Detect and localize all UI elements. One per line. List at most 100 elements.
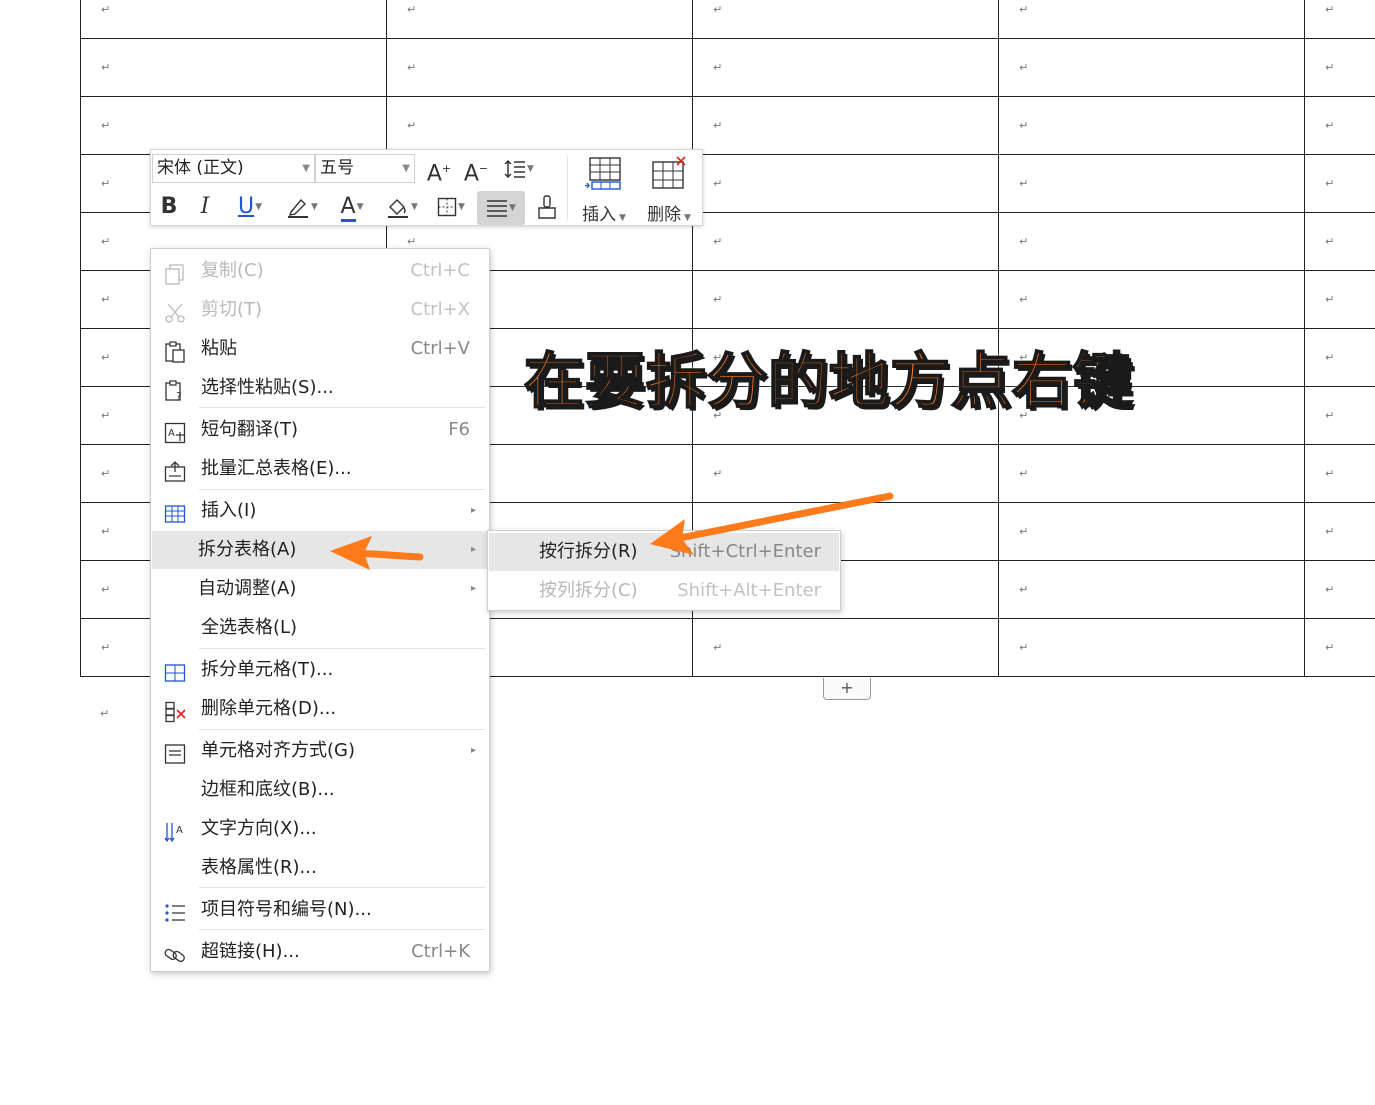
context-menu-item-label: 自动调整(A) [198, 578, 297, 599]
menu-separator [199, 489, 485, 490]
paragraph-mark: ↵ [1325, 641, 1335, 654]
table-cell[interactable]: ↵ [692, 270, 1000, 329]
split-by-row-item[interactable]: 按行拆分(R) Shift+Ctrl+Enter [489, 533, 839, 571]
decrease-font-button[interactable]: A− [462, 154, 490, 186]
format-painter-button[interactable] [533, 192, 561, 222]
paragraph-mark: ↵ [407, 3, 417, 16]
context-menu-item[interactable]: 粘贴 Ctrl+V [152, 330, 488, 368]
table-cell[interactable]: ↵ [998, 212, 1306, 271]
table-cell[interactable]: ↵ [79, 38, 388, 97]
italic-button[interactable]: I [193, 192, 217, 222]
paragraph-mark: ↵ [101, 467, 111, 480]
font-name-select[interactable]: 宋体 (正文) ▼ [152, 154, 315, 183]
paragraph-mark: ↵ [1019, 641, 1029, 654]
line-spacing-button[interactable]: ▼ [498, 154, 540, 184]
delete-table-button[interactable]: 删除 ▼ [641, 154, 697, 225]
chevron-down-icon: ▼ [302, 163, 310, 174]
table-cell[interactable]: ↵ [998, 270, 1306, 329]
context-menu-item-label: 表格属性(R)... [201, 857, 317, 878]
paragraph-mark: ↵ [101, 61, 111, 74]
table-cell[interactable]: ↵ [998, 502, 1306, 561]
font-color-button[interactable]: A▼ [331, 192, 373, 222]
table-cell[interactable]: ↵ [692, 0, 1000, 39]
context-menu-item[interactable]: 插入(I) ▸ [152, 492, 488, 530]
table-cell[interactable]: ↵ [1304, 270, 1375, 329]
split-table-submenu: 按行拆分(R) Shift+Ctrl+Enter 按列拆分(C) Shift+Alt+… [487, 530, 841, 611]
context-menu-item-label: 单元格对齐方式(G) [201, 740, 355, 761]
table-cell[interactable]: ↵ [386, 0, 694, 39]
bold-button[interactable]: B [157, 192, 181, 222]
context-menu-item: 复制(C) Ctrl+C [152, 252, 488, 290]
paragraph-mark: ↵ [1325, 467, 1335, 480]
table-cell[interactable]: ↵ [1304, 560, 1375, 619]
table-cell[interactable]: ↵ [386, 38, 694, 97]
font-size-select[interactable]: 五号 ▼ [315, 154, 415, 183]
context-menu-item[interactable]: 拆分表格(A) ▸ [152, 531, 488, 569]
paragraph-mark: ↵ [713, 119, 723, 132]
delete-label: 删除 ▼ [647, 205, 691, 225]
table-cell[interactable]: ↵ [998, 0, 1306, 39]
table-cell[interactable]: ↵ [998, 444, 1306, 503]
underline-button[interactable]: U▼ [229, 192, 271, 222]
context-menu-item[interactable]: 超链接(H)... Ctrl+K [152, 933, 488, 971]
table-cell[interactable]: ↵ [1304, 386, 1375, 445]
paragraph-mark: ↵ [713, 177, 723, 190]
svg-text:?: ? [176, 390, 182, 402]
context-menu-item[interactable]: 拆分单元格(T)... [152, 651, 488, 689]
cut-icon [164, 300, 186, 323]
paragraph-mark: ↵ [101, 177, 111, 190]
shading-button[interactable]: ▼ [381, 192, 423, 222]
table-cell[interactable]: ↵ [79, 96, 388, 155]
context-menu-item[interactable]: 边框和底纹(B)... [152, 771, 488, 809]
table-cell[interactable]: ↵ [998, 618, 1306, 677]
paragraph-mark: ↵ [713, 61, 723, 74]
table-cell[interactable]: ↵ [692, 38, 1000, 97]
table-cell[interactable]: ↵ [1304, 212, 1375, 271]
table-cell[interactable]: ↵ [79, 0, 388, 39]
paragraph-mark: ↵ [713, 235, 723, 248]
table-cell[interactable]: ↵ [692, 444, 1000, 503]
align-button[interactable]: ▼ [477, 191, 525, 225]
context-menu-item[interactable]: 全选表格(L) [152, 609, 488, 647]
table-cell[interactable]: ↵ [1304, 502, 1375, 561]
table-cell[interactable]: ↵ [1304, 444, 1375, 503]
borders-button[interactable]: ▼ [431, 192, 471, 222]
paragraph-mark: ↵ [407, 61, 417, 74]
context-menu-item[interactable]: 表格属性(R)... [152, 849, 488, 887]
table-cell[interactable]: ↵ [998, 154, 1306, 213]
context-menu-item[interactable]: A 短句翻译(T) F6 [152, 411, 488, 449]
table-cell[interactable]: ↵ [998, 96, 1306, 155]
add-row-button[interactable]: + [823, 678, 871, 700]
context-menu-item[interactable]: 项目符号和编号(N)... [152, 891, 488, 929]
insert-table-button[interactable]: 插入 ▼ [576, 154, 632, 225]
table-cell[interactable]: ↵ [998, 38, 1306, 97]
table-cell[interactable]: ↵ [692, 212, 1000, 271]
table-cell[interactable]: ↵ [998, 560, 1306, 619]
highlight-button[interactable]: ▼ [281, 192, 323, 222]
context-menu-item[interactable]: A 文字方向(X)... [152, 810, 488, 848]
table-cell[interactable]: ↵ [1304, 96, 1375, 155]
paragraph-mark: ↵ [1019, 467, 1029, 480]
table-cell[interactable]: ↵ [1304, 328, 1375, 387]
table-cell[interactable]: ↵ [1304, 38, 1375, 97]
context-menu-item[interactable]: 自动调整(A) ▸ [152, 570, 488, 608]
context-menu-item[interactable]: 删除单元格(D)... [152, 690, 488, 728]
table-cell[interactable]: ↵ [386, 96, 694, 155]
context-menu-item[interactable]: ? 选择性粘贴(S)... [152, 369, 488, 407]
table-cell[interactable]: ↵ [692, 154, 1000, 213]
table-cell[interactable]: ↵ [1304, 154, 1375, 213]
menu-separator [199, 887, 485, 888]
table-cell[interactable]: ↵ [692, 618, 1000, 677]
paragraph-mark: ↵ [1019, 61, 1029, 74]
hyperlink-icon [164, 942, 186, 962]
context-menu-item[interactable]: 单元格对齐方式(G) ▸ [152, 732, 488, 770]
paragraph-mark: ↵ [1325, 3, 1335, 16]
table-cell[interactable]: ↵ [692, 96, 1000, 155]
batch-summary-icon [164, 459, 186, 482]
menu-separator [199, 729, 485, 730]
increase-font-button[interactable]: A+ [425, 154, 453, 186]
table-cell[interactable]: ↵ [1304, 618, 1375, 677]
context-menu-item[interactable]: 批量汇总表格(E)... [152, 450, 488, 488]
chevron-right-icon: ▸ [470, 745, 476, 756]
table-cell[interactable]: ↵ [1304, 0, 1375, 39]
